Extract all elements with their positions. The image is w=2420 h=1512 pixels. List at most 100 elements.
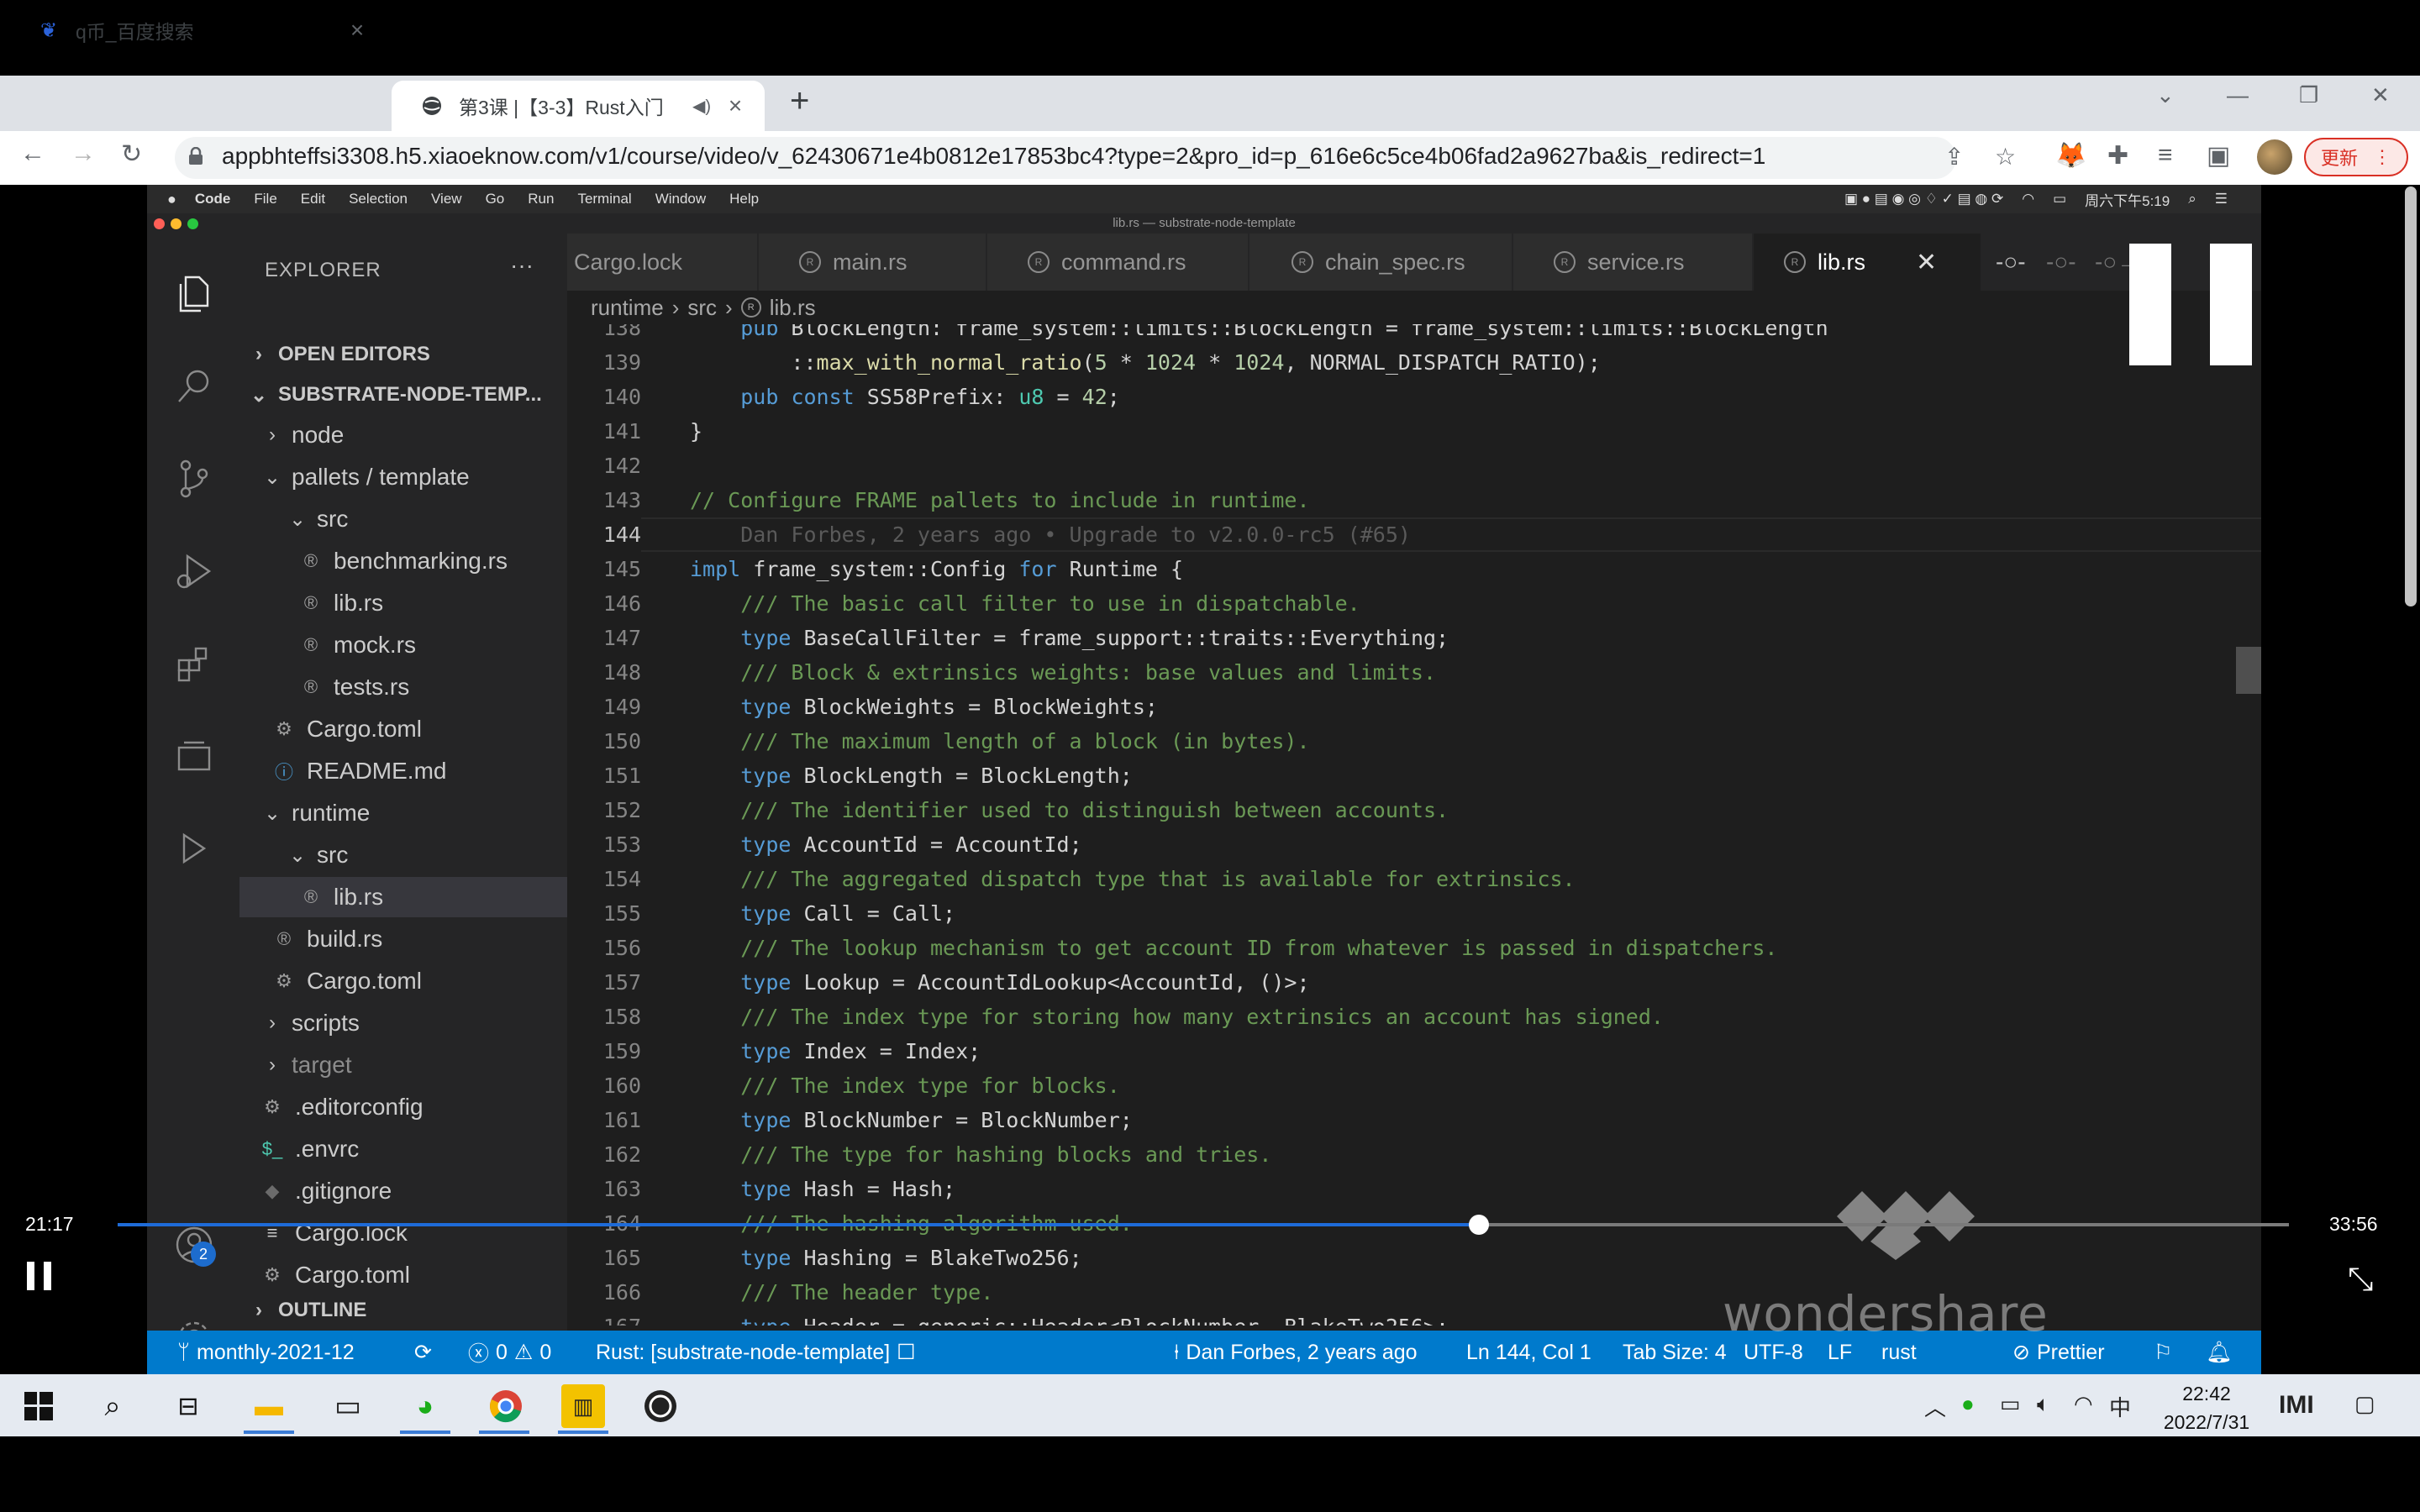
code-text: type Hash = Hash;: [740, 1177, 956, 1201]
code-line: 150 /// The maximum length of a block (i…: [567, 724, 2261, 759]
obs-icon[interactable]: [639, 1384, 682, 1428]
browser-tab-lesson[interactable]: 第3课 |【3-3】Rust入门 ◀) ×: [392, 81, 765, 131]
status-position: Ln 144, Col 1: [1466, 1340, 1591, 1364]
code-line: 155 type Call = Call;: [567, 896, 2261, 931]
tree-item-label: src: [317, 506, 349, 532]
update-label: 更新: [2320, 148, 2358, 169]
code-text: impl frame_system::Config for Runtime {: [690, 557, 1184, 581]
source-control-icon: [171, 455, 218, 502]
wechat-tray-icon[interactable]: ●: [1961, 1391, 1975, 1417]
tree-item: ≡ Cargo.lock: [239, 1213, 567, 1253]
rust-file-icon: R: [1292, 251, 1313, 273]
battery-icon[interactable]: ▭: [2000, 1391, 2021, 1417]
task-view-icon[interactable]: ⊟: [166, 1384, 210, 1428]
terminal-icon[interactable]: ▭: [326, 1384, 370, 1428]
close-icon[interactable]: ×: [721, 92, 750, 119]
run-debug-icon: [171, 548, 218, 595]
imi-tray-app[interactable]: IMI: [2279, 1391, 2314, 1420]
update-button[interactable]: 更新 ⋮: [2304, 138, 2408, 176]
chevron-down-icon: ⌄: [263, 801, 281, 825]
progress-bar[interactable]: [118, 1215, 2289, 1235]
share-icon[interactable]: ⇪: [1944, 143, 1964, 171]
reload-icon[interactable]: ↻: [121, 139, 142, 169]
tree-item: ⚙ .editorconfig: [239, 1087, 567, 1127]
code-line: 143 // Configure FRAME pallets to include…: [567, 483, 2261, 517]
tree-item-label: OUTLINE: [278, 1299, 367, 1321]
code-text: ::max_with_normal_ratio(5 * 1024 * 1024,…: [690, 350, 1601, 375]
forward-arrow-icon[interactable]: →: [71, 139, 96, 168]
profile-avatar[interactable]: [2257, 139, 2292, 175]
explorer-files-icon: [171, 270, 218, 318]
chevron-right-icon: ›: [255, 343, 262, 365]
line-number: 145: [602, 557, 641, 581]
lock-icon[interactable]: [188, 147, 203, 165]
new-tab-button[interactable]: +: [790, 82, 809, 120]
git-commit-prev-icon: -○-: [1996, 249, 2026, 275]
close-icon[interactable]: ×: [343, 17, 371, 44]
volume-icon[interactable]: 🔈︎: [2037, 1391, 2050, 1418]
tray-expand-icon[interactable]: ︿: [1924, 1391, 1946, 1422]
rust-file-icon: ®: [303, 634, 318, 655]
notification-icon[interactable]: ▢: [2354, 1391, 2375, 1417]
tree-item-label: src: [317, 842, 349, 868]
mac-clock: 周六下午5:19: [2085, 192, 2170, 209]
tree-item: ⚙ Cargo.toml: [239, 709, 567, 749]
chrome-icon[interactable]: [484, 1384, 528, 1428]
window-close-button[interactable]: ✕: [2371, 82, 2390, 108]
feedback-icon: ⚐: [2154, 1341, 2173, 1364]
code-text: /// Block & extrinsics weights: base val…: [740, 660, 1437, 685]
line-number: 162: [602, 1142, 641, 1167]
diamond-file-icon: ◆: [265, 1180, 280, 1201]
reading-list-icon[interactable]: ≡: [2158, 141, 2173, 170]
code-line: 154 /// The aggregated dispatch type tha…: [567, 862, 2261, 896]
more-menu-icon: ⋮: [2373, 146, 2391, 167]
tree-item-label: benchmarking.rs: [334, 548, 508, 574]
docker-icon: [171, 825, 218, 872]
restore-button[interactable]: ❐: [2299, 82, 2318, 108]
minimize-button[interactable]: —: [2227, 82, 2249, 108]
duration-time: 33:56: [2329, 1213, 2378, 1235]
url-text[interactable]: appbhteffsi3308.h5.xiaoeknow.com/v1/cour…: [222, 143, 1765, 170]
side-panel-icon[interactable]: ▣: [2207, 141, 2230, 171]
pause-overlay-right: [2210, 244, 2252, 365]
metamask-fox-icon[interactable]: 🦊: [2055, 141, 2086, 171]
taskbar-active-indicator: [400, 1431, 450, 1434]
editor-tab-cargo-lock: Cargo.lock: [567, 234, 757, 291]
windows-start-icon[interactable]: [17, 1384, 60, 1428]
wechat-icon[interactable]: ◕: [403, 1384, 447, 1428]
editor-tab-label: lib.rs: [1818, 249, 1866, 275]
bookmark-star-icon[interactable]: ☆: [1995, 143, 2016, 171]
tree-item-label: .gitignore: [295, 1178, 392, 1204]
screen-letterbox: [0, 1436, 2420, 1512]
taskbar-clock[interactable]: 22:42 2022/7/31: [2148, 1379, 2265, 1436]
tab-search-button[interactable]: ⌄: [2156, 82, 2175, 108]
speaker-icon[interactable]: ◀): [692, 96, 711, 117]
mac-menu-view: View: [431, 191, 462, 207]
gear-file-icon: ⚙: [264, 1096, 281, 1117]
code-text: type AccountId = AccountId;: [740, 832, 1082, 857]
page-scrollbar[interactable]: [2405, 186, 2417, 606]
code-line: 165 type Hashing = BlakeTwo256;: [567, 1241, 2261, 1275]
line-number: 150: [602, 729, 641, 753]
blame-text: Dan Forbes, 2 years ago: [1186, 1340, 1418, 1364]
browser-tab-baidu[interactable]: ❦ q币_百度搜索 ×: [8, 5, 387, 55]
editor-tab-lib-rs: R lib.rs ✕: [1754, 234, 1981, 291]
pause-button[interactable]: [27, 1262, 52, 1290]
exit-fullscreen-icon[interactable]: ⤡: [2348, 1262, 2373, 1298]
wifi-icon[interactable]: ◠: [2074, 1391, 2093, 1417]
file-explorer-icon[interactable]: ▬: [247, 1384, 291, 1428]
code-line: 151 type BlockLength = BlockLength;: [567, 759, 2261, 793]
line-number: 154: [602, 867, 641, 891]
search-icon[interactable]: ⌕: [91, 1384, 134, 1428]
breadcrumb-runtime: runtime: [591, 294, 664, 320]
code-text: type Header = generic::Header<BlockNumbe…: [690, 1310, 1449, 1326]
media-player-icon[interactable]: ▥: [561, 1384, 605, 1428]
git-commit-icon: ⍿: [1174, 1340, 1180, 1364]
line-number: 152: [602, 798, 641, 822]
watermark: wondershare: [1723, 1285, 2049, 1342]
code-line: 162 /// The type for hashing blocks and …: [567, 1137, 2261, 1172]
extensions-puzzle-icon[interactable]: ✚: [2107, 141, 2128, 171]
ime-indicator[interactable]: 中: [2109, 1391, 2131, 1422]
code-text: type Call = Call;: [740, 901, 956, 926]
back-arrow-icon[interactable]: ←: [20, 139, 45, 168]
